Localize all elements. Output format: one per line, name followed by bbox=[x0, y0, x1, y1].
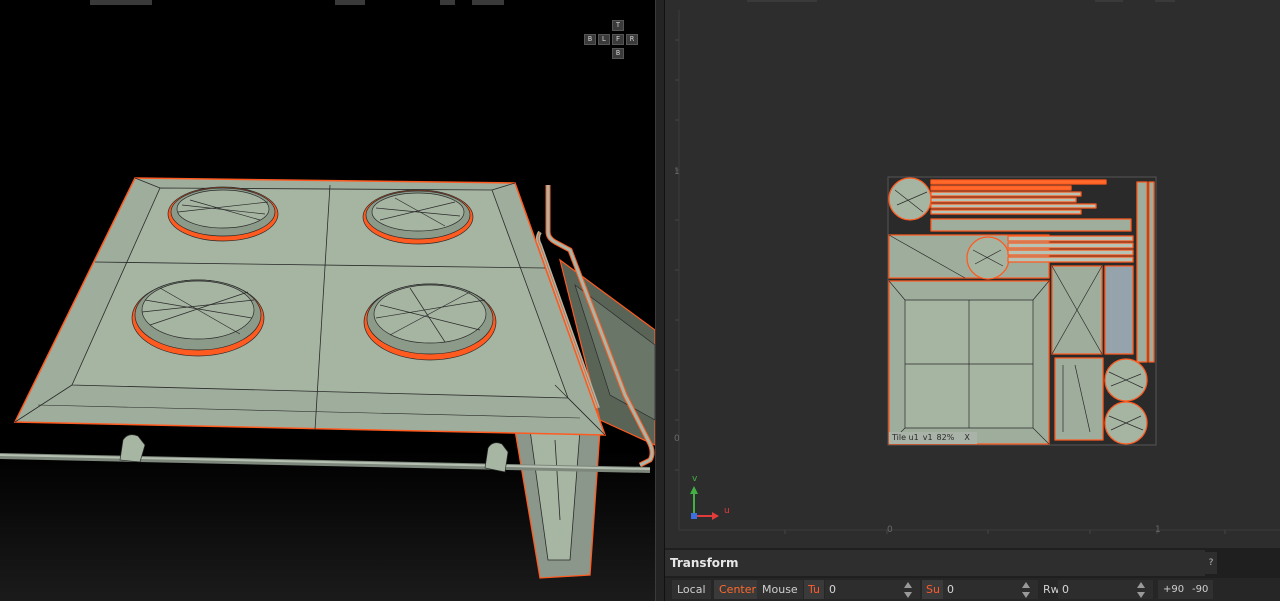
nav-cube-back[interactable]: B bbox=[584, 34, 596, 45]
local-mode-button[interactable]: Local bbox=[672, 580, 711, 599]
scale-u-stepper-icon[interactable] bbox=[1022, 582, 1030, 598]
panel-splitter[interactable] bbox=[655, 0, 665, 601]
u-axis-tick-label: 1 bbox=[1155, 525, 1161, 535]
u-axis-tick-label: 0 bbox=[887, 525, 893, 535]
transform-panel-title[interactable]: Transform bbox=[665, 550, 1205, 576]
tile-name: Tile u1 bbox=[892, 433, 919, 442]
translate-u-button[interactable]: Tu bbox=[804, 580, 825, 599]
mesh-render bbox=[0, 177, 655, 579]
nav-cube-top[interactable]: T bbox=[612, 20, 624, 31]
nav-cube-bottom[interactable]: B bbox=[612, 48, 624, 59]
uv-tile-label: Tile u1 v1 82% X bbox=[889, 432, 977, 444]
tile-close-button[interactable]: X bbox=[964, 433, 969, 442]
v-axis-tick-label: 0 bbox=[674, 434, 680, 444]
v-axis-tick-label: 1 bbox=[674, 167, 680, 177]
tile-v: v1 bbox=[922, 433, 933, 442]
center-mode-button[interactable]: Center bbox=[714, 580, 762, 599]
gizmo-v-label: v bbox=[692, 474, 698, 484]
transform-controls-row: Local Center Mouse Tu 0 Su 0 Rw 0 +90 -9… bbox=[665, 578, 1280, 601]
gizmo-u-label: u bbox=[724, 506, 730, 516]
uv-editor-viewport[interactable]: 1 0 0 1 bbox=[665, 0, 1280, 548]
rotate-plus-90-button[interactable]: +90 bbox=[1158, 580, 1190, 599]
scale-u-button[interactable]: Su bbox=[922, 580, 944, 599]
transform-panel: Transform ? Local Center Mouse Tu 0 Su 0… bbox=[665, 548, 1280, 601]
help-button[interactable]: ? bbox=[1205, 552, 1217, 574]
rotate-minus-90-button[interactable]: -90 bbox=[1187, 580, 1214, 599]
tile-zoom: 82% bbox=[936, 433, 955, 442]
uv-grid bbox=[675, 10, 1280, 534]
3d-viewport[interactable]: T B L F R B bbox=[0, 0, 655, 601]
uv-axis-gizmo: v u bbox=[686, 474, 746, 524]
navigation-cube[interactable]: T B L F R B bbox=[582, 20, 642, 64]
nav-cube-right[interactable]: R bbox=[626, 34, 638, 45]
rotate-w-stepper-icon[interactable] bbox=[1137, 582, 1145, 598]
translate-u-stepper-icon[interactable] bbox=[904, 582, 912, 598]
nav-cube-front[interactable]: F bbox=[612, 34, 624, 45]
mouse-mode-button[interactable]: Mouse bbox=[757, 580, 803, 599]
nav-cube-left[interactable]: L bbox=[598, 34, 610, 45]
